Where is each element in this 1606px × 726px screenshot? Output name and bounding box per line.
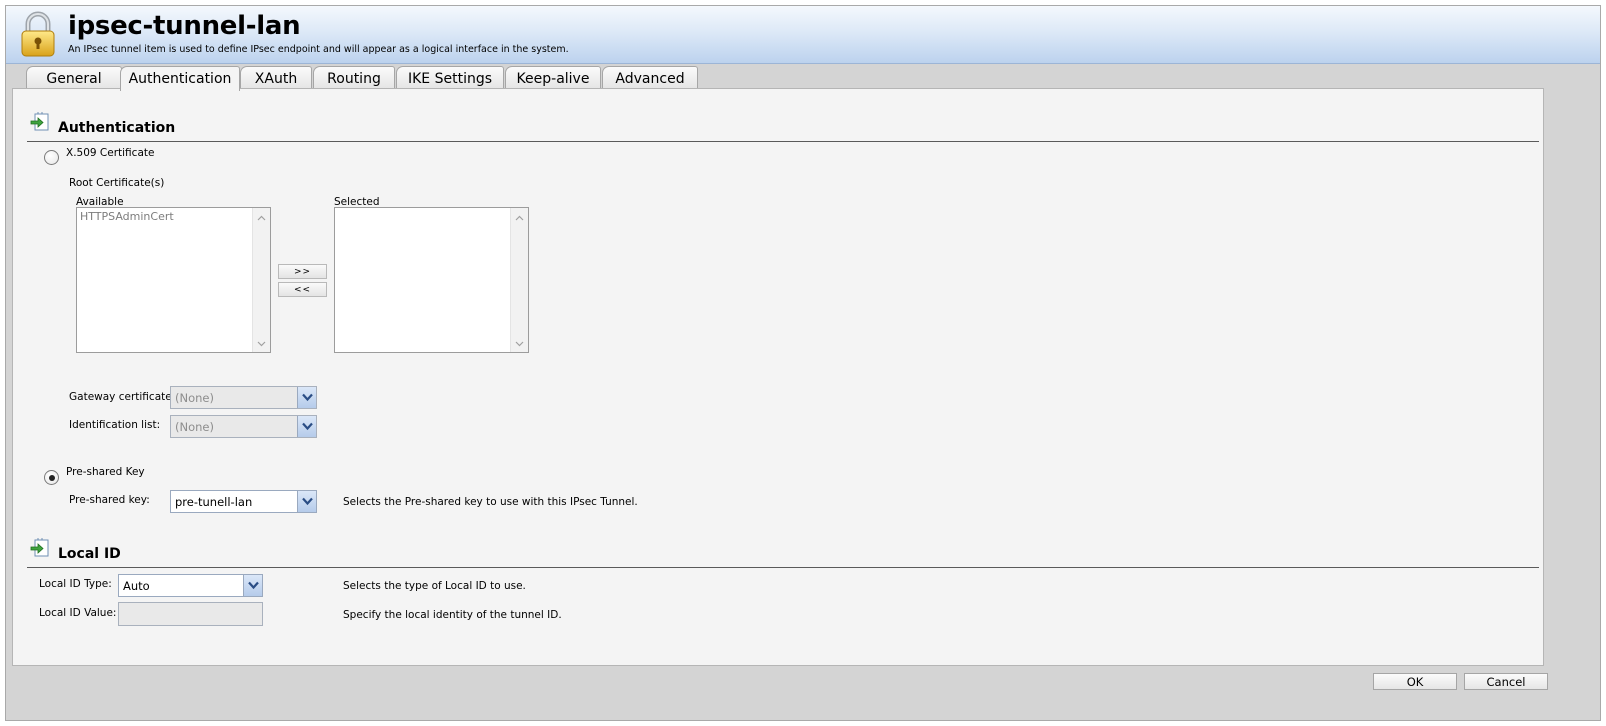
select-value: (None) <box>175 391 214 405</box>
select-value: (None) <box>175 420 214 434</box>
chevron-down-icon <box>302 393 313 402</box>
list-item[interactable]: HTTPSAdminCert <box>80 210 174 223</box>
gateway-certificate-label: Gateway certificate: <box>69 391 176 403</box>
chevron-down-icon[interactable] <box>515 339 524 348</box>
pre-shared-key-radio[interactable] <box>44 470 59 485</box>
tab-xauth[interactable]: XAuth <box>240 66 312 90</box>
root-certificates-label: Root Certificate(s) <box>69 177 165 189</box>
scrollbar[interactable] <box>510 208 528 352</box>
pre-shared-key-option-label: Pre-shared Key <box>66 466 145 478</box>
move-right-button[interactable]: >> <box>278 264 327 279</box>
lock-icon <box>21 11 55 57</box>
page-title: ipsec-tunnel-lan <box>68 11 301 41</box>
section-arrow-icon <box>30 112 49 131</box>
chevron-down-icon <box>302 422 313 431</box>
page-subtitle: An IPsec tunnel item is used to define I… <box>68 44 569 55</box>
move-left-button[interactable]: << <box>278 282 327 297</box>
tab-authentication[interactable]: Authentication <box>120 66 240 91</box>
pre-shared-key-label: Pre-shared key: <box>69 494 150 506</box>
dropdown-button[interactable] <box>243 575 262 596</box>
tab-ike-settings[interactable]: IKE Settings <box>396 66 504 90</box>
chevron-down-icon[interactable] <box>257 339 266 348</box>
gateway-certificate-select[interactable]: (None) <box>170 386 317 409</box>
identification-list-select[interactable]: (None) <box>170 415 317 438</box>
pre-shared-key-select[interactable]: pre-tunell-lan <box>170 490 317 513</box>
local-id-type-description: Selects the type of Local ID to use. <box>343 580 526 592</box>
local-id-value-description: Specify the local identity of the tunnel… <box>343 609 562 621</box>
select-value: pre-tunell-lan <box>175 495 253 509</box>
dropdown-button[interactable] <box>297 416 316 437</box>
pre-shared-key-description: Selects the Pre-shared key to use with t… <box>343 496 638 508</box>
x509-certificate-label: X.509 Certificate <box>66 147 155 159</box>
local-id-value-label: Local ID Value: <box>39 607 117 619</box>
scrollbar[interactable] <box>252 208 270 352</box>
ok-button[interactable]: OK <box>1373 673 1457 690</box>
local-id-value-input[interactable] <box>118 602 263 626</box>
selected-certificates-list[interactable] <box>334 207 529 353</box>
cancel-button[interactable]: Cancel <box>1464 673 1548 690</box>
dropdown-button[interactable] <box>297 491 316 512</box>
local-id-section-title: Local ID <box>58 546 121 562</box>
chevron-up-icon[interactable] <box>515 214 524 223</box>
section-divider <box>27 141 1539 142</box>
identification-list-label: Identification list: <box>69 419 161 431</box>
tab-routing[interactable]: Routing <box>313 66 395 90</box>
dialog-frame: ipsec-tunnel-lan An IPsec tunnel item is… <box>5 5 1601 721</box>
chevron-up-icon[interactable] <box>257 214 266 223</box>
chevron-down-icon <box>248 581 259 590</box>
available-certificates-list[interactable]: HTTPSAdminCert <box>76 207 271 353</box>
local-id-type-label: Local ID Type: <box>39 578 112 590</box>
select-value: Auto <box>123 579 150 593</box>
section-arrow-icon <box>30 538 49 557</box>
dialog-header: ipsec-tunnel-lan An IPsec tunnel item is… <box>6 6 1600 64</box>
tab-keep-alive[interactable]: Keep-alive <box>505 66 601 90</box>
x509-certificate-radio[interactable] <box>44 150 59 165</box>
dropdown-button[interactable] <box>297 387 316 408</box>
local-id-type-select[interactable]: Auto <box>118 574 263 597</box>
authentication-section-title: Authentication <box>58 120 176 136</box>
chevron-down-icon <box>302 497 313 506</box>
tab-panel-authentication: Authentication X.509 Certificate Root Ce… <box>12 88 1544 666</box>
tab-advanced[interactable]: Advanced <box>602 66 698 90</box>
tab-general[interactable]: General <box>26 66 122 90</box>
section-divider <box>27 567 1539 568</box>
